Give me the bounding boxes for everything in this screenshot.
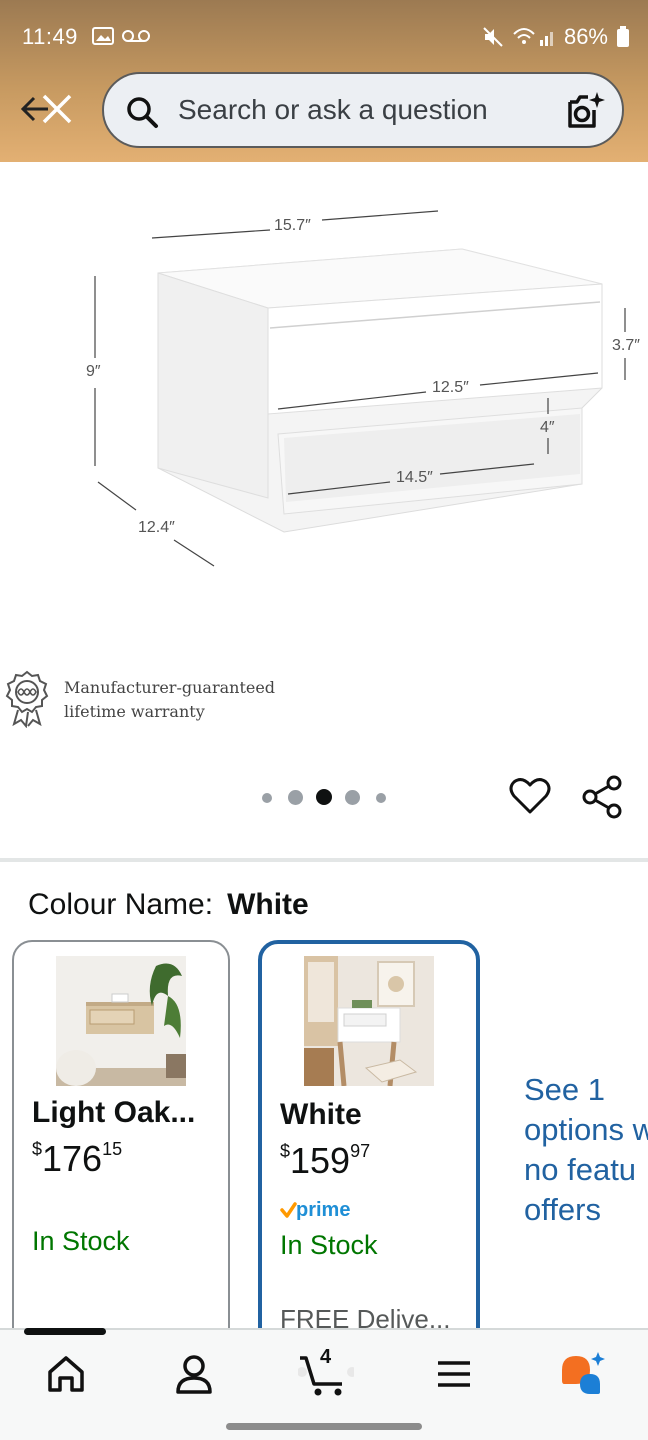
price-fraction: 15 xyxy=(102,1139,123,1159)
home-icon[interactable] xyxy=(42,1350,90,1398)
voicemail-icon xyxy=(122,30,150,42)
dimension-height: 9″ xyxy=(86,363,101,380)
search-bar[interactable]: Search or ask a question xyxy=(102,72,624,148)
colour-label: Colour Name: xyxy=(28,888,214,921)
search-icon xyxy=(127,97,158,128)
option-thumbnail-white xyxy=(304,956,434,1086)
dimension-depth: 12.4″ xyxy=(138,519,175,536)
price-whole: 176 xyxy=(42,1138,103,1179)
home-indicator[interactable] xyxy=(226,1423,422,1430)
share-icon[interactable] xyxy=(580,774,624,820)
dimension-top-width: 15.7″ xyxy=(274,217,311,234)
option-price: $17615 xyxy=(32,1138,122,1180)
rufus-assistant-icon[interactable] xyxy=(558,1350,606,1398)
colour-option-card-white[interactable]: White $15997 prime In Stock FREE Delive.… xyxy=(258,940,480,1360)
wifi-signal-icon xyxy=(513,28,553,46)
back-close-icon[interactable] xyxy=(18,86,78,132)
see-options-line: options w xyxy=(524,1112,648,1147)
prime-badge: prime xyxy=(280,1199,350,1221)
see-options-line: offers xyxy=(524,1192,601,1227)
prime-label: prime xyxy=(296,1199,350,1221)
account-icon[interactable] xyxy=(170,1350,218,1398)
colour-selection-heading: Colour Name: White xyxy=(28,888,309,922)
option-price: $15997 xyxy=(280,1140,370,1182)
price-currency: $ xyxy=(280,1141,291,1161)
product-image[interactable]: 15.7″ 9″ 3.7″ 12.5″ 4″ 14.5″ 12.4″ xyxy=(0,162,648,722)
dimension-shelf-height: 4″ xyxy=(540,419,555,436)
warranty-note: Manufacturer-guaranteed lifetime warrant… xyxy=(4,670,324,732)
see-options-line: See 1 xyxy=(524,1072,606,1107)
dimension-shelf-width: 14.5″ xyxy=(396,469,433,486)
carousel-dot[interactable] xyxy=(262,793,272,803)
carousel-dot[interactable] xyxy=(288,790,303,805)
dimension-drawer-height: 3.7″ xyxy=(612,337,640,354)
status-time: 11:49 xyxy=(22,24,78,49)
status-system-icons: 86% xyxy=(482,24,630,50)
carousel-dot[interactable] xyxy=(345,790,360,805)
status-notification-icons xyxy=(92,26,152,46)
section-divider xyxy=(0,858,648,862)
menu-icon[interactable] xyxy=(430,1350,478,1398)
carousel-dot-active[interactable] xyxy=(316,789,332,805)
price-currency: $ xyxy=(32,1139,43,1159)
option-title: White xyxy=(280,1098,362,1131)
active-tab-indicator xyxy=(24,1328,106,1335)
cart-tab[interactable]: 4 xyxy=(297,1346,357,1398)
image-carousel-indicator[interactable] xyxy=(258,786,388,810)
system-navigation-bar xyxy=(0,1414,648,1440)
gallery-icon xyxy=(92,27,114,45)
battery-icon xyxy=(617,26,629,47)
carousel-dot[interactable] xyxy=(376,793,386,803)
colour-option-card-light-oak[interactable]: Light Oak... $17615 In Stock xyxy=(12,940,230,1360)
price-fraction: 97 xyxy=(350,1141,371,1161)
mute-icon xyxy=(483,27,503,47)
see-options-line: no featu xyxy=(524,1152,637,1187)
stock-status: In Stock xyxy=(32,1226,130,1256)
cart-count-badge: 4 xyxy=(320,1346,332,1368)
option-title: Light Oak... xyxy=(32,1096,196,1129)
status-bar: 11:49 86% xyxy=(0,0,648,72)
warranty-text: Manufacturer-guaranteed lifetime warrant… xyxy=(64,678,276,721)
stock-status: In Stock xyxy=(280,1230,378,1260)
colour-value: White xyxy=(227,888,309,921)
price-whole: 159 xyxy=(290,1140,351,1181)
battery-percent: 86% xyxy=(563,24,608,49)
search-input[interactable]: Search or ask a question xyxy=(178,94,488,126)
heart-icon[interactable] xyxy=(508,774,552,818)
see-options-link[interactable]: See 1 options w no featu offers xyxy=(524,1070,648,1230)
camera-lens-icon[interactable] xyxy=(564,90,606,132)
dimension-drawer-width: 12.5″ xyxy=(432,379,469,396)
option-thumbnail-light-oak xyxy=(56,956,186,1086)
bottom-tab-bar: 4 xyxy=(0,1328,648,1414)
top-bar: 11:49 86% Search or ask a question xyxy=(0,0,648,162)
warranty-badge-icon xyxy=(5,670,49,728)
